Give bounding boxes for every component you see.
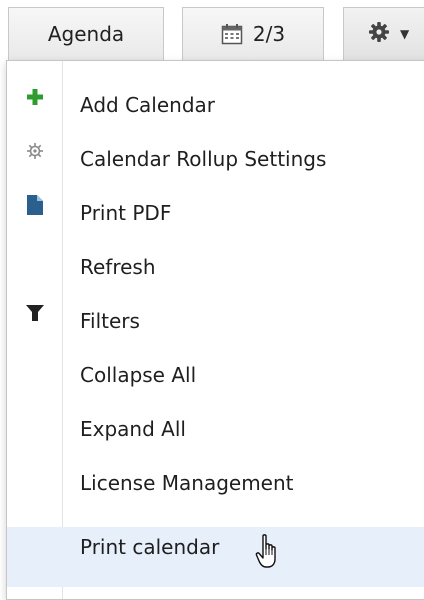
menu-item-label: Refresh: [80, 255, 156, 279]
menu-item-calendar-rollup-settings[interactable]: Calendar Rollup Settings: [7, 132, 424, 186]
calendar-icon: [221, 23, 243, 45]
menu-item-refresh[interactable]: Refresh: [7, 240, 424, 294]
settings-menu-button[interactable]: ▼: [343, 7, 424, 61]
menu-item-label: Collapse All: [80, 363, 197, 387]
menu-item-filters[interactable]: Filters: [7, 294, 424, 348]
hand-pointer-icon: [255, 533, 283, 575]
menu-item-label: Expand All: [80, 417, 186, 441]
menu-item-label: Filters: [80, 309, 140, 333]
menu-item-label: License Management: [80, 471, 294, 495]
agenda-button[interactable]: Agenda: [8, 7, 164, 61]
gear-icon: [368, 21, 390, 48]
plus-icon: [7, 70, 62, 124]
menu-item-label: Add Calendar: [80, 93, 216, 117]
date-range-button[interactable]: 2/3: [182, 7, 324, 61]
gear-icon: [7, 124, 62, 178]
agenda-label: Agenda: [47, 22, 125, 46]
menu-item-expand-all[interactable]: Expand All: [7, 402, 424, 456]
document-icon: [7, 178, 62, 232]
menu-item-print-pdf[interactable]: Print PDF: [7, 186, 424, 240]
settings-dropdown-menu: Add Calendar Calendar Rollup Settings Pr…: [6, 60, 424, 600]
menu-item-add-calendar[interactable]: Add Calendar: [7, 78, 424, 132]
menu-item-label: Print PDF: [80, 201, 172, 225]
date-range-label: 2/3: [252, 22, 286, 46]
menu-item-print-calendar[interactable]: Print calendar: [7, 527, 424, 587]
caret-down-icon: ▼: [400, 27, 410, 41]
menu-item-label: Calendar Rollup Settings: [80, 147, 327, 171]
menu-item-collapse-all[interactable]: Collapse All: [7, 348, 424, 402]
menu-item-label: Print calendar: [80, 535, 220, 559]
filter-icon: [7, 286, 62, 340]
menu-item-license-management[interactable]: License Management: [7, 456, 424, 510]
